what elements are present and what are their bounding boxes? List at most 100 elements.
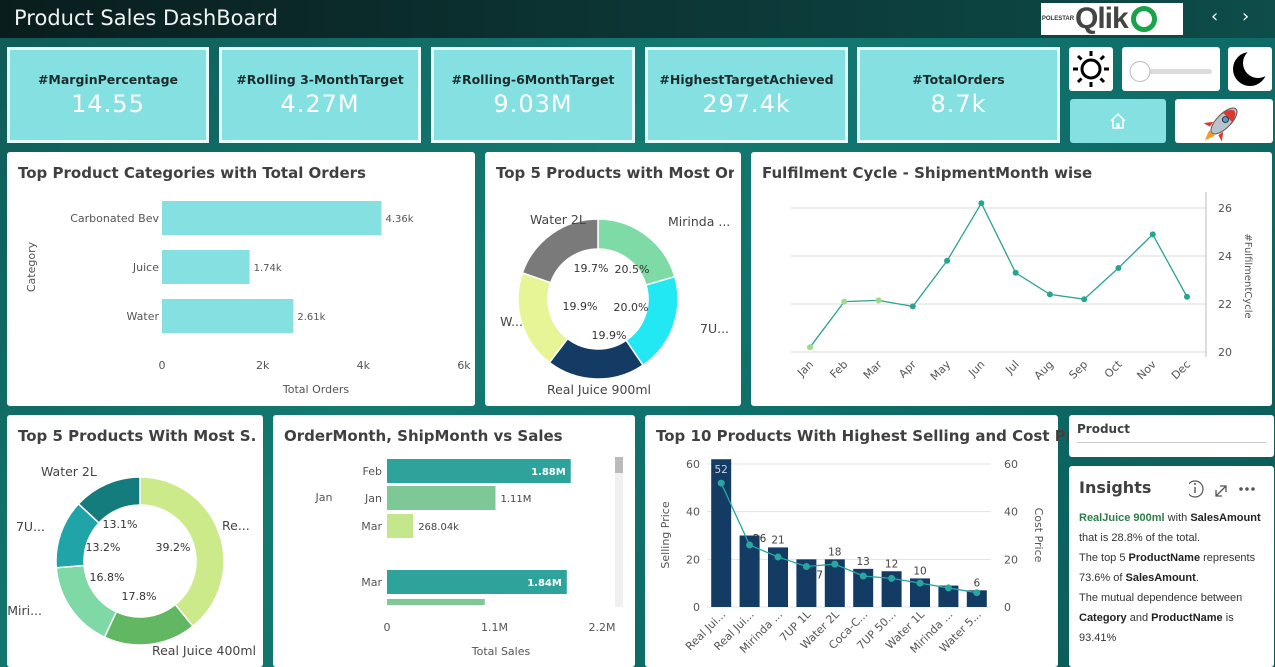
light-mode-button[interactable]: [1069, 47, 1113, 91]
bar-data-label: 12: [885, 558, 898, 570]
x-tick-label: 6k: [457, 359, 471, 372]
data-label: 4.36k: [385, 214, 413, 225]
bar: [162, 250, 250, 284]
x-tick-label: Mar: [861, 358, 885, 382]
previous-sheet-button[interactable]: ‹: [1211, 6, 1218, 27]
data-point: [909, 303, 916, 310]
theme-slider[interactable]: [1122, 47, 1220, 91]
kpi-margin-percentage[interactable]: #MarginPercentage 14.55: [7, 47, 209, 143]
bar-data-label: 6: [973, 577, 980, 589]
bar-data-label: 18: [828, 546, 841, 558]
bar-category-label: Mar: [361, 520, 382, 533]
y-tick-label: 26: [1218, 202, 1232, 215]
rocket-icon: [1203, 107, 1238, 142]
bar-data-label: 52: [715, 464, 728, 476]
kpi-rolling-6-month-target[interactable]: #Rolling-6MonthTarget 9.03M: [431, 47, 635, 143]
fulfilment-chart-card[interactable]: Fulfilment Cycle - ShipmentMonth wise 20…: [751, 152, 1272, 406]
product-filter-label: Product: [1077, 422, 1130, 436]
x-axis-title: Total Orders: [282, 383, 349, 396]
expand-icon[interactable]: [1215, 485, 1227, 497]
data-label: 1.74k: [254, 263, 282, 274]
bar-data-label: 13: [857, 556, 870, 568]
data-point: [1115, 265, 1122, 271]
slice-name-label: Real Juice 400ml: [152, 643, 256, 658]
y-tick-label: 22: [1218, 298, 1232, 311]
kpi-label: #HighestTargetAchieved: [659, 72, 834, 87]
y-tick-label: 20: [1218, 346, 1232, 359]
slider-knob[interactable]: [1129, 61, 1151, 82]
x-tick-label: 2.2M: [589, 621, 616, 634]
cost-price-point: [888, 574, 896, 582]
data-point: [875, 297, 882, 304]
x-tick-label: Jun: [965, 358, 987, 380]
category-label: Water: [126, 310, 159, 323]
top10-products-chart-card[interactable]: Top 10 Products With Highest Selling and…: [645, 415, 1097, 667]
ordermonth-shipmonth-bar-chart: Jan Feb 1.88M Jan 1.11M Mar 268.04k Mar 1.84M 0 1.…: [315, 457, 623, 658]
x-tick-label: Dec: [1169, 358, 1193, 382]
insights-text: RealJuice 900ml with SalesAmount that is…: [1079, 508, 1269, 648]
kpi-rolling-3-month-target[interactable]: #Rolling 3-MonthTarget 4.27M: [219, 47, 421, 143]
slice-name-label: Water 2L: [41, 464, 97, 479]
cost-price-point: [831, 560, 839, 568]
kpi-highest-target-achieved[interactable]: #HighestTargetAchieved 297.4k: [645, 47, 848, 143]
x-tick-label: Jan: [794, 358, 816, 380]
top5-orders-chart-card[interactable]: Top 5 Products with Most Or... Mirinda .…: [485, 152, 741, 406]
x-tick-label: 2k: [256, 359, 270, 372]
data-point: [807, 344, 813, 351]
kpi-total-orders[interactable]: #TotalOrders 8.7k: [857, 47, 1060, 143]
bar: [387, 486, 496, 510]
slice-name-label: W...: [500, 314, 523, 329]
series-line: [809, 201, 1188, 348]
y-tick-label: 60: [686, 458, 700, 471]
slice-percent-label: 19.7%: [574, 262, 609, 275]
home-button[interactable]: [1070, 99, 1166, 143]
categories-chart-card[interactable]: Top Product Categories with Total Orders…: [7, 152, 475, 406]
bar: [162, 299, 294, 333]
info-icon[interactable]: [1189, 480, 1204, 498]
bar: [387, 599, 485, 605]
qlik-q-icon: [1130, 6, 1157, 32]
top10-combo-chart: 0 020 2040 4060 6052Real Jui...Real Jui...21…: [659, 458, 1045, 656]
bar-data-label: 21: [771, 534, 784, 546]
data-point: [1081, 296, 1088, 303]
x-tick-label: Feb: [827, 358, 850, 381]
more-options-icon[interactable]: [1239, 487, 1255, 491]
next-sheet-button[interactable]: ›: [1242, 6, 1249, 27]
cost-price-point: [944, 584, 952, 592]
x-tick-label: 1.1M: [481, 621, 508, 634]
slice-name-label: Water 2L: [530, 212, 586, 227]
kpi-value: 8.7k: [930, 90, 987, 118]
slice-name-label: Re...: [222, 518, 250, 533]
y2-tick-label: 20: [1004, 553, 1018, 566]
data-point: [841, 298, 848, 305]
dark-mode-button[interactable]: [1228, 47, 1273, 91]
ordermonth-shipmonth-chart-card[interactable]: OrderMonth, ShipMonth vs Sales Jan Feb 1.8…: [273, 415, 635, 667]
kpi-label: #MarginPercentage: [37, 72, 179, 87]
bar: [387, 514, 414, 538]
cost-price-point: [717, 479, 725, 487]
slice-percent-label: 19.9%: [592, 329, 627, 342]
rocket-button[interactable]: [1175, 99, 1273, 143]
data-point: [1012, 269, 1019, 276]
slice-percent-label: 20.5%: [615, 263, 650, 276]
top5-sales-chart-card[interactable]: Top 5 Products With Most S... Re... 39.2%…: [7, 415, 263, 667]
bar-category-label: Feb: [363, 465, 382, 478]
bar-data-label: 10: [913, 565, 926, 577]
scrollbar-thumb: [615, 457, 623, 473]
data-label: 2.61k: [297, 312, 325, 323]
y-tick-label: 40: [686, 506, 700, 519]
data-label: 1.11M: [500, 494, 531, 505]
kpi-value: 4.27M: [280, 90, 360, 118]
y-tick-label: 24: [1218, 250, 1232, 263]
donut-slice: [103, 603, 194, 646]
data-label: 1.84M: [527, 578, 562, 589]
point-data-label: 26: [753, 533, 767, 545]
y2-tick-label: 0: [1004, 601, 1011, 614]
slice-name-label: Mirinda ...: [668, 214, 730, 229]
slice-percent-label: 16.8%: [90, 571, 125, 584]
kpi-label: #TotalOrders: [912, 72, 1005, 87]
product-filter-pane[interactable]: Product: [1069, 415, 1274, 457]
kpi-label: #Rolling 3-MonthTarget: [236, 72, 404, 87]
header-bar: Product Sales DashBoard POLESTAR Qlik ‹ …: [0, 0, 1275, 38]
slice-percent-label: 17.8%: [122, 590, 157, 603]
